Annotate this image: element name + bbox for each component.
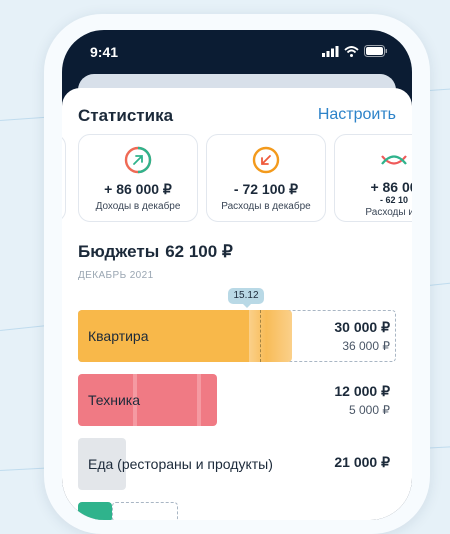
configure-button[interactable]: Настроить [318, 106, 396, 124]
expense-card[interactable]: - 72 100 ₽ Расходы в декабре [206, 134, 326, 222]
today-line [260, 310, 261, 362]
budgets-heading: Бюджеты 62 100 ₽ [78, 242, 233, 262]
budgets-total: 62 100 ₽ [165, 242, 233, 261]
budget-spent: 21 000 ₽ [334, 454, 390, 470]
today-marker: 15.12 [228, 288, 264, 308]
budgets-title: Бюджеты [78, 242, 160, 261]
budget-row-next[interactable] [78, 502, 396, 520]
budget-name: Квартира [88, 328, 149, 344]
budget-name: Еда (рестораны и продукты) [88, 456, 273, 472]
crossing-lines-icon [381, 155, 407, 165]
balance-sub: - 62 10 [379, 195, 409, 205]
budget-row-apartment[interactable]: Квартира 30 000 ₽ 36 000 ₽ [78, 310, 396, 362]
budget-limit: 5 000 ₽ [349, 403, 390, 417]
phone-screen: 9:41 Статистика Настроить + 86 000 ₽ Дох… [62, 30, 412, 520]
budget-row-food[interactable]: Еда (рестораны и продукты) 21 000 ₽ [78, 438, 396, 490]
signal-icon [322, 45, 339, 57]
battery-icon [364, 45, 387, 57]
wifi-icon [344, 45, 359, 57]
budget-spent: 30 000 ₽ [334, 319, 390, 335]
budget-period: ДЕКАБРЬ 2021 [78, 270, 154, 281]
budget-row-electronics[interactable]: Техника 12 000 ₽ 5 000 ₽ [78, 374, 396, 426]
balance-card[interactable]: + 86 00 - 62 10 Расходы и д [334, 134, 412, 222]
budget-progress-bar [78, 502, 112, 520]
status-icons [322, 45, 388, 57]
expense-caption: Расходы в декабре [221, 201, 311, 212]
balance-caption: Расходы и д [365, 207, 412, 218]
page-title: Статистика [78, 106, 174, 125]
budget-spent: 12 000 ₽ [334, 383, 390, 399]
budget-limit: 36 000 ₽ [342, 339, 390, 353]
budget-name: Техника [88, 392, 141, 408]
expense-amount: - 72 100 ₽ [233, 181, 299, 197]
balance-amount: + 86 00 [370, 179, 412, 195]
budget-limit-outline [112, 502, 178, 520]
income-card[interactable]: + 86 000 ₽ Доходы в декабре [78, 134, 198, 222]
arrow-up-right-circle-icon [124, 146, 152, 174]
status-time: 9:41 [90, 44, 119, 60]
arrow-down-left-circle-icon [252, 146, 280, 174]
statistics-sheet: Статистика Настроить + 86 000 ₽ Доходы в… [62, 88, 412, 520]
income-amount: + 86 000 ₽ [104, 181, 172, 197]
income-caption: Доходы в декабре [95, 201, 181, 212]
stat-card-previous[interactable] [62, 134, 66, 222]
